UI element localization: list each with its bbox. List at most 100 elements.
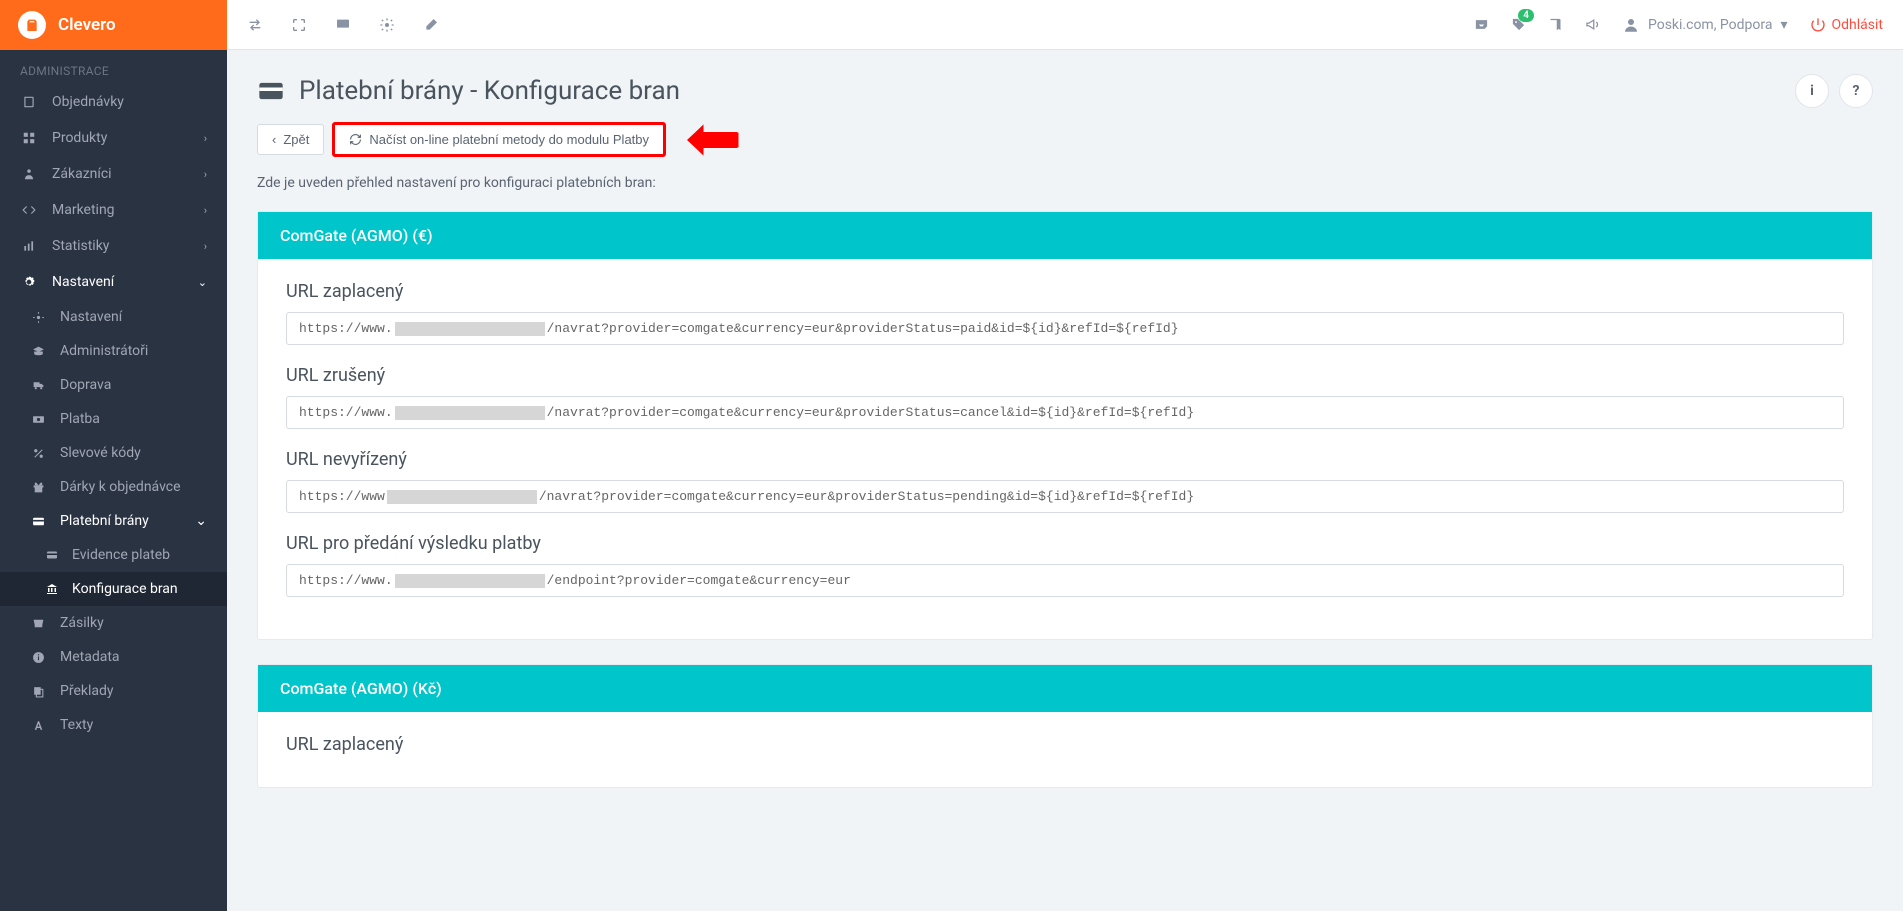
sidebar-subitem-discounts[interactable]: Slevové kódy bbox=[0, 436, 227, 470]
chevron-right-icon: › bbox=[204, 240, 207, 253]
back-label: Zpět bbox=[283, 132, 309, 147]
sidebar-item-label: Objednávky bbox=[52, 94, 124, 110]
inbox-icon[interactable] bbox=[1474, 17, 1489, 32]
sidebar-subitem-translations[interactable]: Překlady bbox=[0, 674, 227, 708]
sidebar-subitem-shipments[interactable]: Zásilky bbox=[0, 606, 227, 640]
url-suffix: /endpoint?provider=comgate&currency=eur bbox=[547, 573, 851, 588]
url-input[interactable]: https://www. /endpoint?provider=comgate&… bbox=[286, 564, 1844, 597]
chevron-right-icon: › bbox=[204, 204, 207, 217]
chevron-right-icon: › bbox=[204, 168, 207, 181]
sidebar-subitem-settings[interactable]: Nastavení bbox=[0, 300, 227, 334]
sidebar-subitem-payment[interactable]: Platba bbox=[0, 402, 227, 436]
url-prefix: https://www. bbox=[299, 405, 393, 420]
sidebar-subitem-label: Doprava bbox=[60, 377, 111, 393]
field-label: URL zaplacený bbox=[286, 281, 1844, 302]
url-prefix: https://www. bbox=[299, 573, 393, 588]
sidebar-section-label: ADMINISTRACE bbox=[0, 50, 227, 84]
refresh-icon bbox=[349, 133, 362, 146]
url-masked bbox=[387, 490, 537, 504]
header-left-tools bbox=[247, 17, 439, 33]
user-menu[interactable]: Poski.com, Podpora ▾ bbox=[1622, 16, 1788, 34]
sidebar-subitem-label: Překlady bbox=[60, 683, 114, 699]
credit-card-icon bbox=[46, 549, 62, 561]
gear-icon bbox=[32, 311, 48, 324]
help-button[interactable]: ? bbox=[1839, 74, 1873, 108]
power-icon bbox=[1810, 17, 1826, 33]
field-group: URL nevyřízený https://www /navrat?provi… bbox=[286, 449, 1844, 513]
sidebar: Clevero ADMINISTRACE Objednávky Produkty… bbox=[0, 0, 227, 911]
url-suffix: /navrat?provider=comgate&currency=eur&pr… bbox=[547, 405, 1195, 420]
field-group: URL zaplacený https://www. /navrat?provi… bbox=[286, 281, 1844, 345]
arrow-annotation bbox=[682, 124, 742, 156]
sidebar-item-label: Statistiky bbox=[52, 238, 109, 254]
sidebar-subsubitem-gateway-config[interactable]: Konfigurace bran bbox=[0, 572, 227, 606]
sidebar-item-settings[interactable]: Nastavení ⌄ bbox=[0, 264, 227, 300]
sidebar-item-customers[interactable]: Zákazníci › bbox=[0, 156, 227, 192]
field-group: URL pro předání výsledku platby https://… bbox=[286, 533, 1844, 597]
sidebar-subitem-texts[interactable]: Texty bbox=[0, 708, 227, 742]
sidebar-subitem-gateways[interactable]: Platební brány ⌄ bbox=[0, 504, 227, 538]
megaphone-icon[interactable] bbox=[1585, 17, 1600, 32]
load-button-label: Načíst on-line platební metody do modulu… bbox=[369, 132, 649, 147]
field-label: URL pro předání výsledku platby bbox=[286, 533, 1844, 554]
sidebar-item-marketing[interactable]: Marketing › bbox=[0, 192, 227, 228]
sidebar-subitem-shipping[interactable]: Doprava bbox=[0, 368, 227, 402]
description: Zde je uveden přehled nastavení pro konf… bbox=[257, 175, 1873, 191]
top-header: 4 Poski.com, Podpora ▾ Odhlásit bbox=[227, 0, 1903, 50]
sidebar-subitem-label: Slevové kódy bbox=[60, 445, 141, 461]
url-input[interactable]: https://www /navrat?provider=comgate&cur… bbox=[286, 480, 1844, 513]
logo-bar[interactable]: Clevero bbox=[0, 0, 227, 50]
field-group: URL zrušený https://www. /navrat?provide… bbox=[286, 365, 1844, 429]
page-actions: i ? bbox=[1795, 74, 1873, 108]
badge-count: 4 bbox=[1518, 9, 1534, 22]
gear-icon[interactable] bbox=[379, 17, 395, 33]
content: Platební brány - Konfigurace bran i ? ‹ … bbox=[227, 50, 1903, 836]
url-prefix: https://www. bbox=[299, 321, 393, 336]
url-masked bbox=[395, 406, 545, 420]
inbox-icon bbox=[32, 617, 48, 630]
gear-icon bbox=[20, 275, 38, 289]
url-suffix: /navrat?provider=comgate&currency=eur&pr… bbox=[539, 489, 1194, 504]
credit-card-icon bbox=[257, 77, 285, 105]
back-button[interactable]: ‹ Zpět bbox=[257, 124, 324, 155]
field-group: URL zaplacený bbox=[286, 734, 1844, 755]
graduation-icon bbox=[32, 345, 48, 358]
sidebar-subitem-admins[interactable]: Administrátoři bbox=[0, 334, 227, 368]
sidebar-item-products[interactable]: Produkty › bbox=[0, 120, 227, 156]
tag-icon[interactable]: 4 bbox=[1511, 17, 1526, 32]
logout-button[interactable]: Odhlásit bbox=[1810, 17, 1883, 33]
sidebar-subitem-metadata[interactable]: Metadata bbox=[0, 640, 227, 674]
sidebar-subitem-label: Platba bbox=[60, 411, 100, 427]
url-input[interactable]: https://www. /navrat?provider=comgate&cu… bbox=[286, 396, 1844, 429]
sidebar-item-stats[interactable]: Statistiky › bbox=[0, 228, 227, 264]
fullscreen-icon[interactable] bbox=[291, 17, 307, 33]
url-input[interactable]: https://www. /navrat?provider=comgate&cu… bbox=[286, 312, 1844, 345]
sidebar-item-orders[interactable]: Objednávky bbox=[0, 84, 227, 120]
sidebar-item-label: Nastavení bbox=[52, 274, 114, 290]
gateway-panel: ComGate (AGMO) (€) URL zaplacený https:/… bbox=[257, 211, 1873, 640]
info-button[interactable]: i bbox=[1795, 74, 1829, 108]
eraser-icon[interactable] bbox=[423, 17, 439, 33]
book-icon[interactable] bbox=[1548, 17, 1563, 32]
gift-icon bbox=[32, 481, 48, 494]
sidebar-subitem-label: Metadata bbox=[60, 649, 120, 665]
load-payment-methods-button[interactable]: Načíst on-line platební metody do modulu… bbox=[332, 122, 666, 157]
url-masked bbox=[395, 322, 545, 336]
sidebar-subitem-label: Platební brány bbox=[60, 513, 149, 529]
code-icon bbox=[20, 203, 38, 217]
sidebar-item-label: Produkty bbox=[52, 130, 107, 146]
user-icon bbox=[1622, 16, 1640, 34]
sidebar-subitem-label: Administrátoři bbox=[60, 343, 148, 359]
monitor-icon[interactable] bbox=[335, 17, 351, 33]
page-title: Platební brány - Konfigurace bran bbox=[257, 76, 680, 106]
grid-icon bbox=[20, 131, 38, 145]
page-header: Platební brány - Konfigurace bran i ? bbox=[257, 74, 1873, 108]
sidebar-subsubitem-payment-records[interactable]: Evidence plateb bbox=[0, 538, 227, 572]
logo-icon bbox=[18, 11, 46, 39]
percent-icon bbox=[32, 447, 48, 460]
sidebar-subitem-gifts[interactable]: Dárky k objednávce bbox=[0, 470, 227, 504]
swap-icon[interactable] bbox=[247, 17, 263, 33]
chevron-down-icon: ⌄ bbox=[198, 276, 207, 289]
chevron-left-icon: ‹ bbox=[272, 132, 276, 147]
logout-label: Odhlásit bbox=[1832, 17, 1883, 33]
